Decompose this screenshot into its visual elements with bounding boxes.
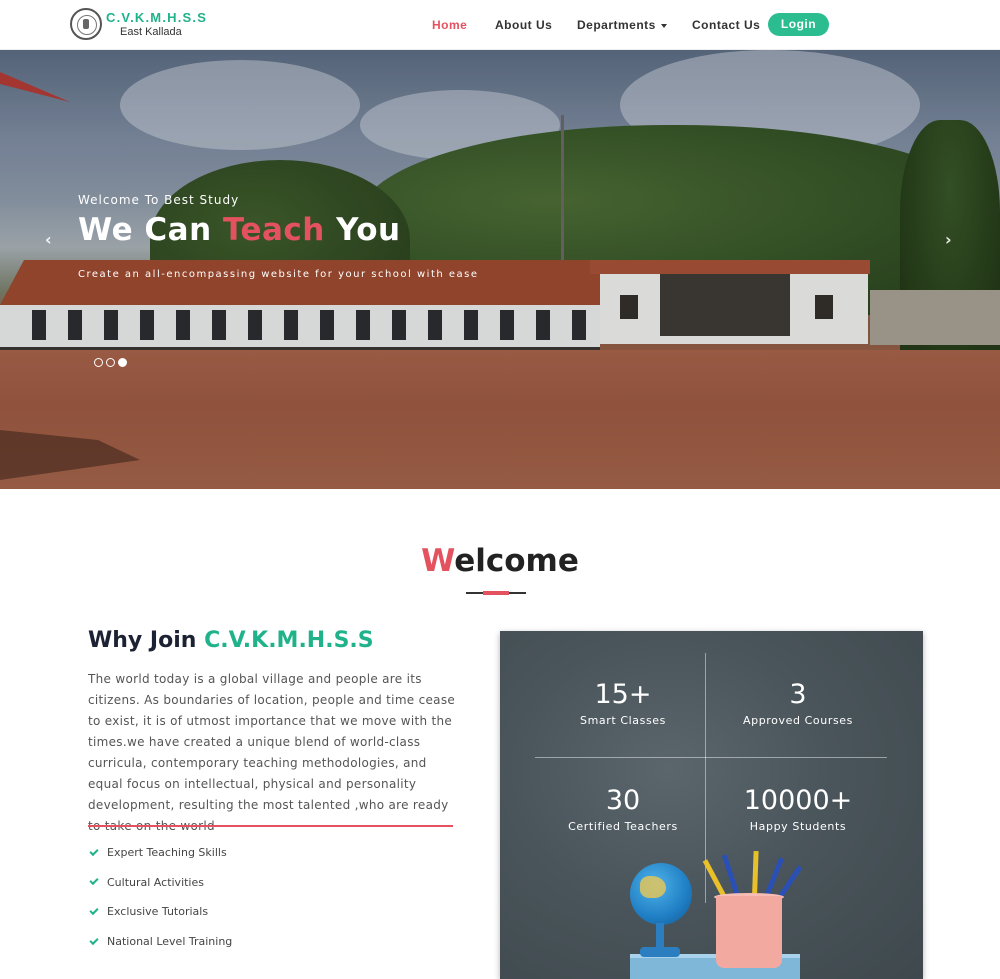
feature-label: Cultural Activities (107, 875, 204, 889)
board-divider-horizontal (535, 757, 887, 758)
brand-text: C.V.K.M.H.S.S East Kallada (106, 11, 207, 38)
why-title-prefix: Why Join (88, 628, 205, 653)
check-icon (89, 876, 99, 886)
carousel-indicators (94, 358, 127, 367)
feature-label: Exclusive Tutorials (107, 905, 209, 919)
nav-about-us[interactable]: About Us (495, 18, 552, 32)
why-join-title: Why Join C.V.K.M.H.S.S (88, 628, 374, 653)
stat-certified-teachers: 30 Certified Teachers (533, 785, 713, 833)
stat-happy-students: 10000+ Happy Students (708, 785, 888, 833)
stat-value: 10000+ (743, 785, 853, 816)
hero-title-part2: You (324, 212, 401, 248)
welcome-divider-accent (483, 591, 509, 595)
chevron-left-icon[interactable]: ‹ (45, 230, 52, 249)
why-join-paragraph: The world today is a global village and … (88, 672, 456, 833)
chevron-down-icon (660, 23, 667, 28)
school-emblem-icon (70, 8, 102, 40)
hero-kicker: Welcome To Best Study (78, 193, 240, 207)
check-icon (89, 935, 99, 945)
pencil-icon (752, 850, 759, 898)
stat-label: Happy Students (749, 820, 847, 833)
carousel-dot-active[interactable] (118, 358, 127, 367)
list-item: Expert Teaching Skills (88, 838, 232, 868)
stat-label: Certified Teachers (568, 820, 678, 833)
stat-value: 15+ (594, 679, 652, 710)
why-divider (88, 825, 453, 827)
list-item: Exclusive Tutorials (88, 897, 232, 927)
brand-title: C.V.K.M.H.S.S (106, 9, 208, 25)
nav-contact-us[interactable]: Contact Us (692, 18, 760, 32)
navbar: C.V.K.M.H.S.S East Kallada Home About Us… (0, 0, 1000, 50)
welcome-first-letter: W (421, 543, 455, 579)
nav-home[interactable]: Home (432, 18, 467, 32)
carousel-dot[interactable] (106, 358, 115, 367)
brand-logo[interactable]: C.V.K.M.H.S.S East Kallada (70, 8, 207, 40)
stats-board: 15+ Smart Classes 3 Approved Courses 30 … (500, 631, 923, 979)
stat-label: Smart Classes (579, 714, 666, 727)
welcome-heading: Welcome (0, 543, 1000, 579)
nav-departments[interactable]: Departments (577, 18, 667, 32)
welcome-rest: elcome (454, 543, 579, 579)
check-icon (89, 905, 99, 916)
pencil-cup-icon (716, 896, 782, 968)
nav-departments-label: Departments (577, 18, 656, 32)
stat-approved-courses: 3 Approved Courses (708, 679, 888, 727)
chevron-right-icon[interactable]: › (945, 230, 952, 249)
hero-title: We Can Teach You (78, 212, 401, 248)
check-icon (89, 846, 99, 856)
hero-title-part1: We Can (78, 212, 223, 248)
stat-value: 3 (789, 679, 807, 710)
carousel-dot[interactable] (94, 358, 103, 367)
globe-land-decoration (640, 876, 666, 898)
feature-list: Expert Teaching Skills Cultural Activiti… (88, 838, 232, 956)
list-item: Cultural Activities (88, 868, 232, 898)
login-button[interactable]: Login (768, 13, 829, 36)
globe-stand-decoration (656, 923, 664, 949)
stat-smart-classes: 15+ Smart Classes (533, 679, 713, 727)
brand-subtitle: East Kallada (120, 25, 182, 38)
globe-base-decoration (640, 947, 680, 957)
hero-subtitle: Create an all-encompassing website for y… (78, 269, 479, 280)
list-item: National Level Training (88, 927, 232, 957)
feature-label: National Level Training (107, 935, 233, 949)
hero-title-accent: Teach (222, 212, 325, 248)
stat-value: 30 (605, 785, 641, 816)
stat-label: Approved Courses (743, 714, 853, 727)
why-title-brand: C.V.K.M.H.S.S (204, 628, 374, 653)
hero-carousel: Welcome To Best Study We Can Teach You C… (0, 50, 1000, 489)
feature-label: Expert Teaching Skills (107, 846, 227, 860)
